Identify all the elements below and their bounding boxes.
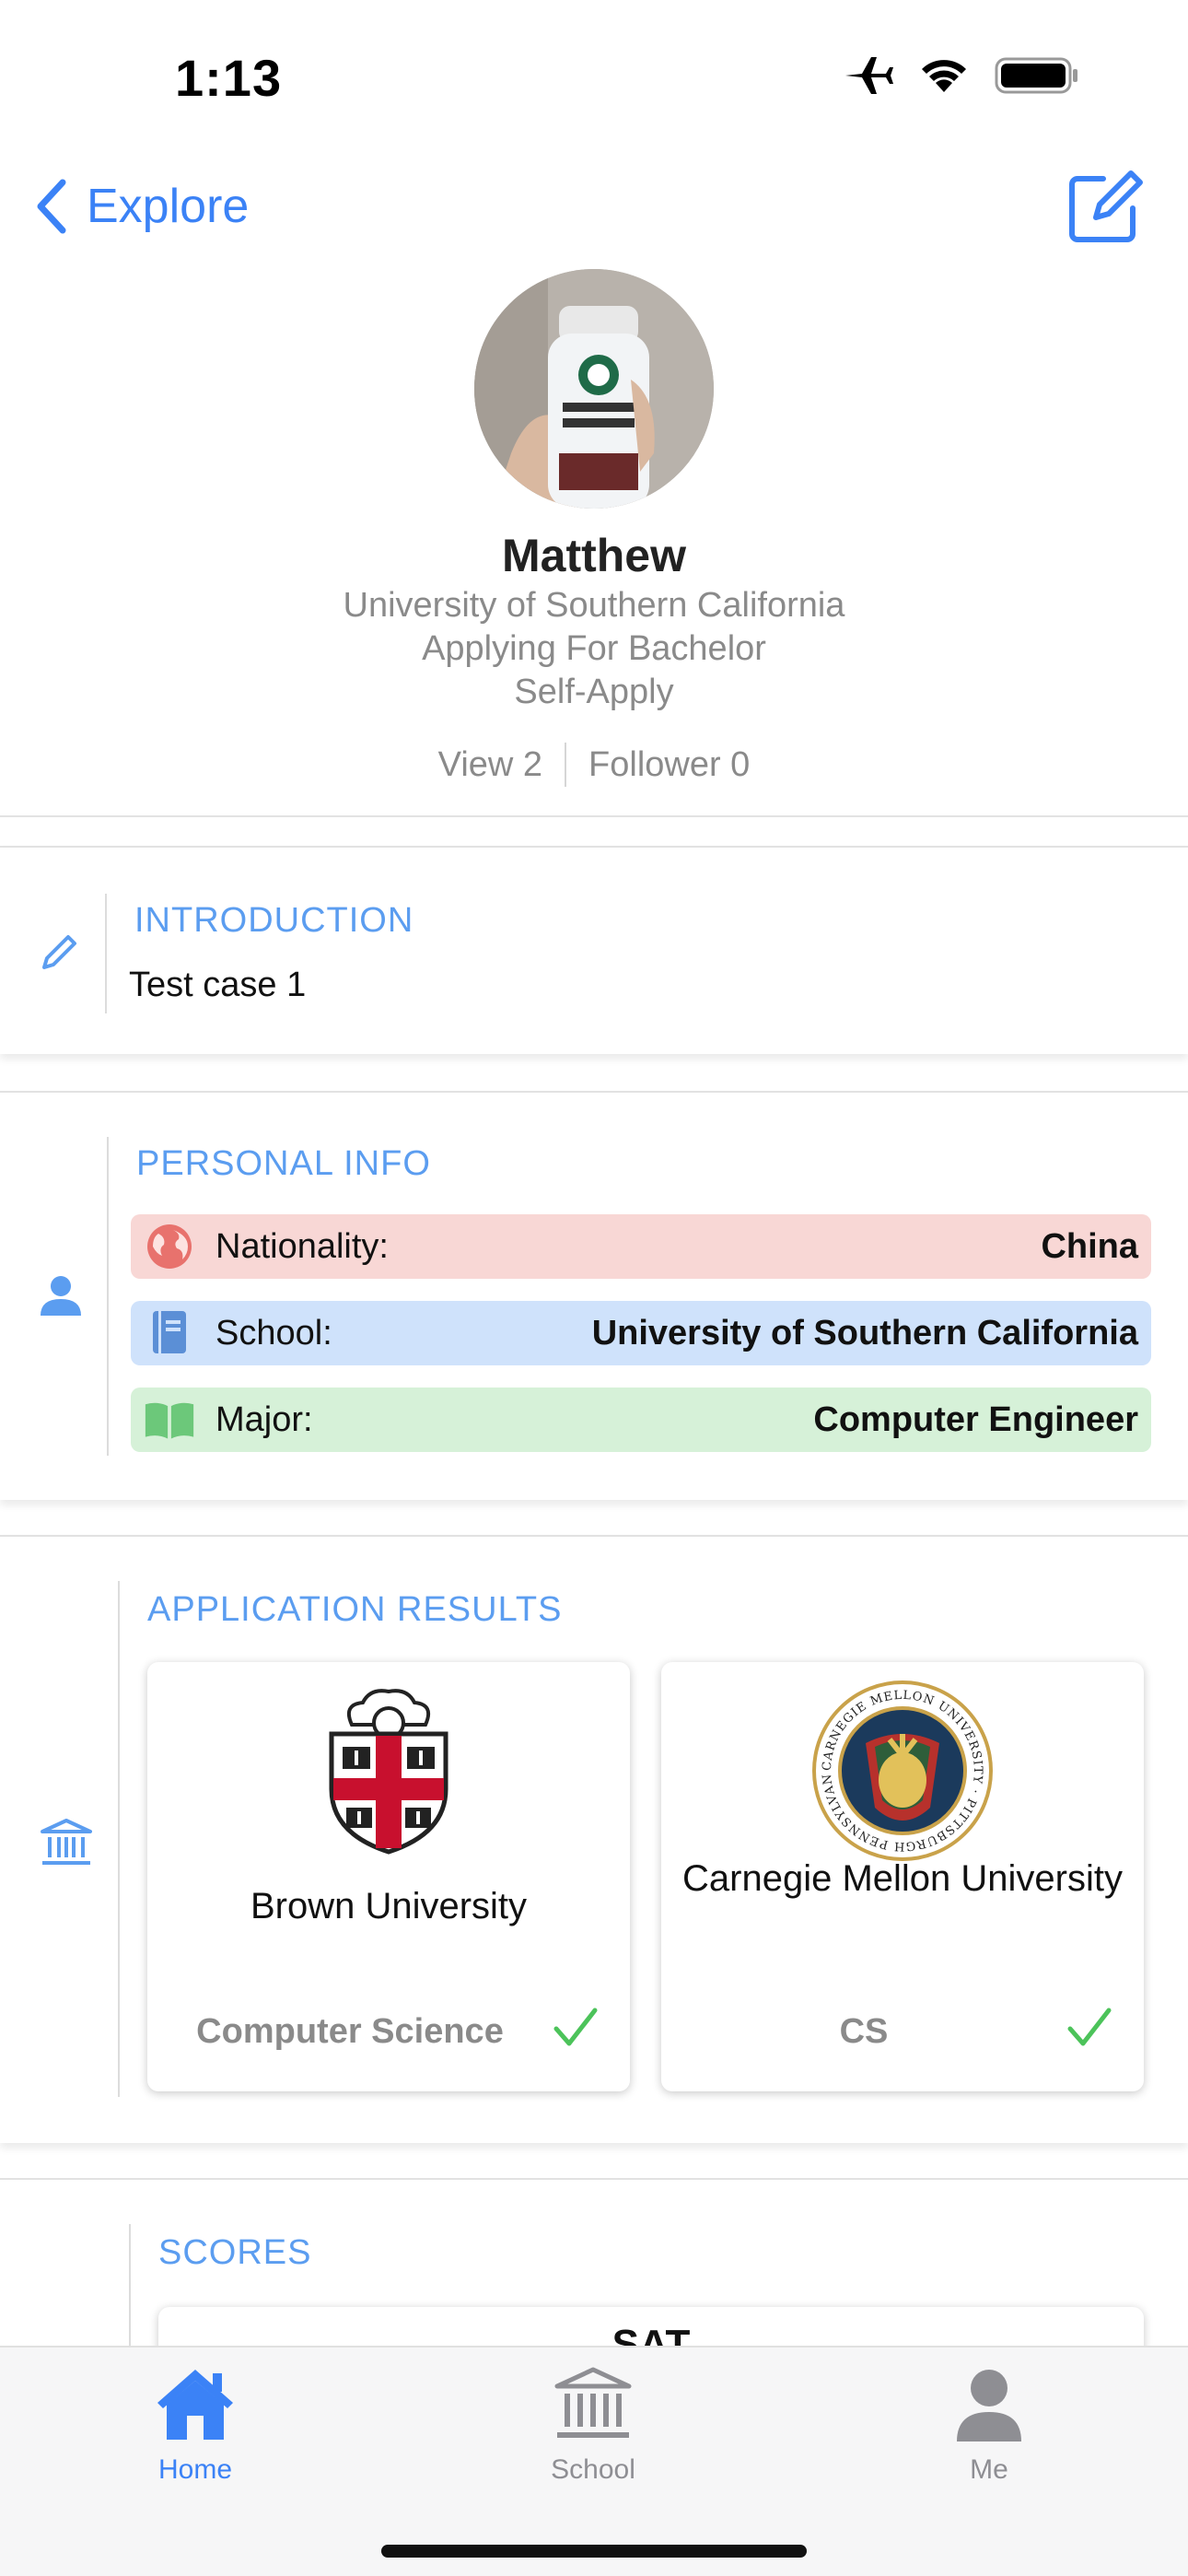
personal-info-title: PERSONAL INFO bbox=[136, 1144, 431, 1183]
card-divider bbox=[107, 1137, 109, 1456]
globe-icon bbox=[144, 1221, 195, 1272]
card-divider bbox=[105, 894, 107, 1013]
university-name: Brown University bbox=[250, 1886, 528, 1926]
introduction-title: INTRODUCTION bbox=[134, 901, 414, 940]
personal-info-card: PERSONAL INFO Nationality: China School:… bbox=[0, 1091, 1188, 1500]
tab-label: Home bbox=[157, 2454, 233, 2485]
major-value: Computer Engineer bbox=[813, 1399, 1138, 1439]
profile-degree: Applying For Bachelor bbox=[422, 629, 766, 668]
result-card-cmu[interactable]: CARNEGIE MELLON UNIVERSITY · PITTSBURGH … bbox=[661, 1662, 1144, 2091]
status-bar: 1:13 bbox=[0, 0, 1188, 157]
profile-school: University of Southern California bbox=[343, 586, 845, 625]
major-label: Major: bbox=[215, 1399, 313, 1439]
school-value: University of Southern California bbox=[591, 1313, 1138, 1352]
avatar[interactable] bbox=[474, 269, 714, 509]
tab-bar: Home School Me bbox=[0, 2346, 1188, 2576]
open-book-icon bbox=[144, 1394, 195, 1446]
tab-home[interactable]: Home bbox=[103, 2366, 287, 2486]
nationality-row: Nationality: China bbox=[131, 1214, 1151, 1279]
major-row: Major: Computer Engineer bbox=[131, 1388, 1151, 1452]
header-divider bbox=[0, 815, 1188, 817]
nationality-value: China bbox=[1041, 1226, 1138, 1266]
home-indicator bbox=[381, 2545, 807, 2558]
school-row: School: University of Southern Californi… bbox=[131, 1301, 1151, 1365]
university-icon bbox=[41, 1819, 92, 1865]
follower-count[interactable]: Follower 0 bbox=[588, 745, 750, 785]
pencil-icon bbox=[42, 935, 76, 969]
carnegie-mellon-seal: CARNEGIE MELLON UNIVERSITY · PITTSBURGH … bbox=[810, 1679, 993, 1861]
tab-school[interactable]: School bbox=[501, 2366, 685, 2486]
person-icon bbox=[957, 2370, 1021, 2441]
result-card-brown[interactable]: Brown University Computer Science bbox=[147, 1662, 630, 2091]
tab-me[interactable]: Me bbox=[897, 2366, 1081, 2486]
introduction-text: Test case 1 bbox=[129, 966, 307, 1004]
tab-label: School bbox=[551, 2454, 635, 2485]
view-count: View 2 bbox=[437, 744, 543, 784]
navigation-bar: Explore bbox=[0, 166, 1188, 258]
applied-major: Computer Science bbox=[196, 2012, 504, 2051]
check-icon bbox=[553, 2008, 598, 2046]
chevron-left-icon bbox=[37, 179, 66, 234]
card-divider bbox=[118, 1581, 120, 2097]
book-icon bbox=[144, 1307, 195, 1359]
back-label: Explore bbox=[87, 180, 250, 233]
introduction-card: INTRODUCTION Test case 1 bbox=[0, 846, 1188, 1054]
house-icon bbox=[157, 2370, 233, 2440]
school-label: School: bbox=[215, 1313, 332, 1352]
university-icon bbox=[554, 2367, 632, 2438]
stats-divider bbox=[565, 743, 567, 787]
airplane-icon bbox=[845, 57, 893, 94]
status-icons bbox=[844, 55, 1079, 96]
status-time: 1:13 bbox=[175, 49, 283, 107]
avatar-photo bbox=[474, 269, 714, 509]
applied-major: CS bbox=[839, 2012, 889, 2051]
battery-icon bbox=[995, 57, 1077, 94]
university-name: Carnegie Mellon University bbox=[682, 1858, 1123, 1899]
person-icon bbox=[41, 1276, 81, 1316]
tab-label: Me bbox=[970, 2454, 1008, 2485]
compose-icon[interactable] bbox=[1063, 166, 1146, 249]
back-button[interactable]: Explore bbox=[33, 177, 249, 236]
profile-name: Matthew bbox=[502, 530, 686, 581]
nationality-label: Nationality: bbox=[215, 1226, 389, 1266]
scores-title: SCORES bbox=[158, 2233, 312, 2272]
wifi-icon bbox=[922, 60, 966, 92]
profile-stats: View 2 Follower 0 bbox=[0, 743, 1188, 787]
brown-university-logo bbox=[329, 1689, 448, 1855]
profile-apply-type: Self-Apply bbox=[514, 673, 674, 711]
check-icon bbox=[1067, 2008, 1112, 2046]
application-results-card: APPLICATION RESULTS Brown University Com… bbox=[0, 1535, 1188, 2143]
application-results-title: APPLICATION RESULTS bbox=[147, 1590, 563, 1629]
